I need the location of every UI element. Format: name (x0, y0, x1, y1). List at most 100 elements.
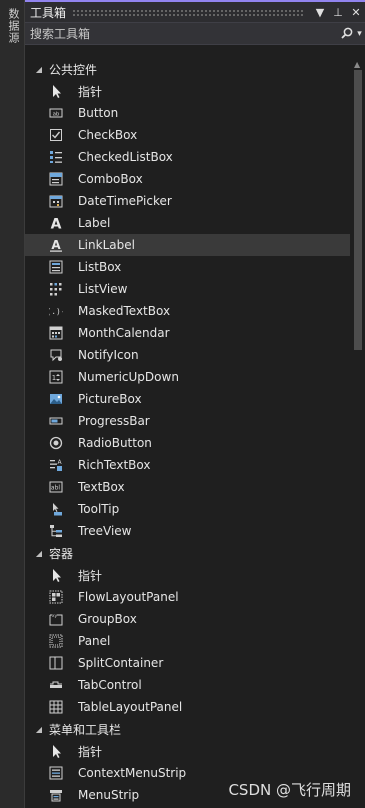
toolbox-item-groupbox[interactable]: xy GroupBox (25, 608, 350, 630)
toolbox-item-label: Button (78, 106, 119, 120)
collapse-triangle-icon: ◢ (35, 548, 43, 558)
toolbox-item-label: ContextMenuStrip (78, 766, 187, 780)
toolbox-item-label: RadioButton (78, 436, 152, 450)
toolbox-item-label: 指针 (78, 744, 103, 759)
combobox-icon (48, 171, 64, 187)
scroll-up-icon[interactable]: ▲ (354, 60, 360, 69)
drag-grip[interactable] (72, 8, 305, 16)
toolbox-item-label: FlowLayoutPanel (78, 590, 179, 604)
window-position-dropdown-icon[interactable]: ▼ (311, 6, 329, 19)
svg-text:A: A (51, 238, 61, 252)
toolbox-item-label: ListBox (78, 260, 122, 274)
toolbox-list: ◢ 公共控件指针 ab Button CheckBox CheckedListBox Com… (25, 58, 350, 806)
toolbox-title: 工具箱 (30, 5, 67, 20)
toolbox-item-flowlayoutpanel[interactable]: FlowLayoutPanel (25, 586, 350, 608)
toolbox-item-panel[interactable]: Panel (25, 630, 350, 652)
toolbox-item-monthcalendar[interactable]: MonthCalendar (25, 322, 350, 344)
data-sources-side-tab[interactable]: 数据源 (0, 0, 25, 808)
pointer-icon (48, 83, 64, 99)
toolbox-item-checkbox[interactable]: CheckBox (25, 124, 350, 146)
vertical-scrollbar[interactable]: ▲ (351, 58, 365, 808)
checkbox-icon (48, 127, 64, 143)
toolbox-item-datetimepicker[interactable]: DateTimePicker (25, 190, 350, 212)
category-label: 公共控件 (49, 62, 98, 77)
search-bar: ▾ (25, 22, 365, 45)
listbox-icon (48, 259, 64, 275)
toolbox-item-label: TextBox (78, 480, 125, 494)
category-label: 容器 (49, 546, 74, 561)
toolbox-item-label: MaskedTextBox (78, 304, 171, 318)
toolbox-item-label[interactable]: A Label (25, 212, 350, 234)
pin-icon[interactable]: ⊥ (329, 6, 347, 19)
scrollbar-thumb[interactable] (354, 70, 362, 350)
groupbox-icon: xy (48, 611, 64, 627)
close-icon[interactable]: ✕ (347, 6, 365, 19)
listview-icon (48, 281, 64, 297)
radiobutton-icon (48, 435, 64, 451)
toolbox-item-treeview[interactable]: TreeView (25, 520, 350, 542)
search-input[interactable] (25, 25, 337, 42)
toolbox-item-label: NotifyIcon (78, 348, 139, 362)
toolbox-item-textbox[interactable]: abl TextBox (25, 476, 350, 498)
category-header[interactable]: ◢ 菜单和工具栏 (25, 718, 350, 740)
search-icon (341, 27, 353, 39)
collapse-triangle-icon: ◢ (35, 64, 43, 74)
toolbox-item-listbox[interactable]: ListBox (25, 256, 350, 278)
toolbox-item-linklabel[interactable]: A LinkLabel (25, 234, 350, 256)
toolbox-item-pointer[interactable]: 指针 (25, 80, 350, 102)
svg-text:(.)-: (.)- (49, 307, 63, 316)
notifyicon-icon (48, 347, 64, 363)
toolbox-item-pointer[interactable]: 指针 (25, 564, 350, 586)
toolbox-item-label: DateTimePicker (78, 194, 172, 208)
toolbox-item-label: 指针 (78, 84, 103, 99)
maskedtextbox-icon: (.)- (48, 303, 64, 319)
toolbox-item-label: CheckBox (78, 128, 138, 142)
toolbox-item-picturebox[interactable]: PictureBox (25, 388, 350, 410)
toolbox-item-richtextbox[interactable]: A RichTextBox (25, 454, 350, 476)
toolbox-item-radiobutton[interactable]: RadioButton (25, 432, 350, 454)
toolbox-item-tabcontrol[interactable]: TabControl (25, 674, 350, 696)
panel-icon (48, 633, 64, 649)
button-icon: ab (48, 105, 64, 121)
category-header[interactable]: ◢ 容器 (25, 542, 350, 564)
toolbox-item-checkedlistbox[interactable]: CheckedListBox (25, 146, 350, 168)
svg-text:1: 1 (52, 374, 56, 382)
toolbox-item-button[interactable]: ab Button (25, 102, 350, 124)
toolbox-titlebar: 工具箱 ▼ ⊥ ✕ (25, 0, 365, 22)
svg-text:A: A (57, 459, 62, 466)
numericupdown-icon: 1 (48, 369, 64, 385)
category-header[interactable]: ◢ 公共控件 (25, 58, 350, 80)
toolbox-item-label: TableLayoutPanel (78, 700, 183, 714)
tooltip-icon (48, 501, 64, 517)
toolbox-item-label: MonthCalendar (78, 326, 170, 340)
toolbox-item-splitcontainer[interactable]: SplitContainer (25, 652, 350, 674)
side-tab-label: 数据源 (7, 8, 20, 44)
toolbox-item-combobox[interactable]: ComboBox (25, 168, 350, 190)
toolbox-item-notifyicon[interactable]: NotifyIcon (25, 344, 350, 366)
toolbox-item-progressbar[interactable]: ProgressBar (25, 410, 350, 432)
toolbox-item-label: RichTextBox (78, 458, 151, 472)
svg-text:A: A (51, 217, 62, 231)
toolbox-panel: 工具箱 ▼ ⊥ ✕ ▾ ◢ 公共控件指针 ab Button CheckBox Check… (25, 0, 365, 808)
toolbox-item-listview[interactable]: ListView (25, 278, 350, 300)
toolbox-item-label: Panel (78, 634, 111, 648)
richtextbox-icon: A (48, 457, 64, 473)
treeview-icon (48, 523, 64, 539)
toolbox-item-label: MenuStrip (78, 788, 140, 802)
toolbox-item-pointer[interactable]: 指针 (25, 740, 350, 762)
toolbox-item-tooltip[interactable]: ToolTip (25, 498, 350, 520)
toolbox-item-label: TreeView (78, 524, 132, 538)
toolbox-item-label: CheckedListBox (78, 150, 173, 164)
label-icon: A (48, 215, 64, 231)
toolbox-item-label: TabControl (78, 678, 142, 692)
toolbox-item-numericupdown[interactable]: 1 NumericUpDown (25, 366, 350, 388)
toolbox-item-label: PictureBox (78, 392, 142, 406)
watermark: CSDN @飞行周期 (228, 781, 351, 799)
toolbox-item-maskedtextbox[interactable]: (.)- MaskedTextBox (25, 300, 350, 322)
pointer-icon (48, 743, 64, 759)
search-options-button[interactable]: ▾ (337, 27, 365, 41)
category-label: 菜单和工具栏 (49, 722, 122, 737)
toolbox-item-tablelayoutpanel[interactable]: TableLayoutPanel (25, 696, 350, 718)
monthcalendar-icon (48, 325, 64, 341)
checkedlistbox-icon (48, 149, 64, 165)
